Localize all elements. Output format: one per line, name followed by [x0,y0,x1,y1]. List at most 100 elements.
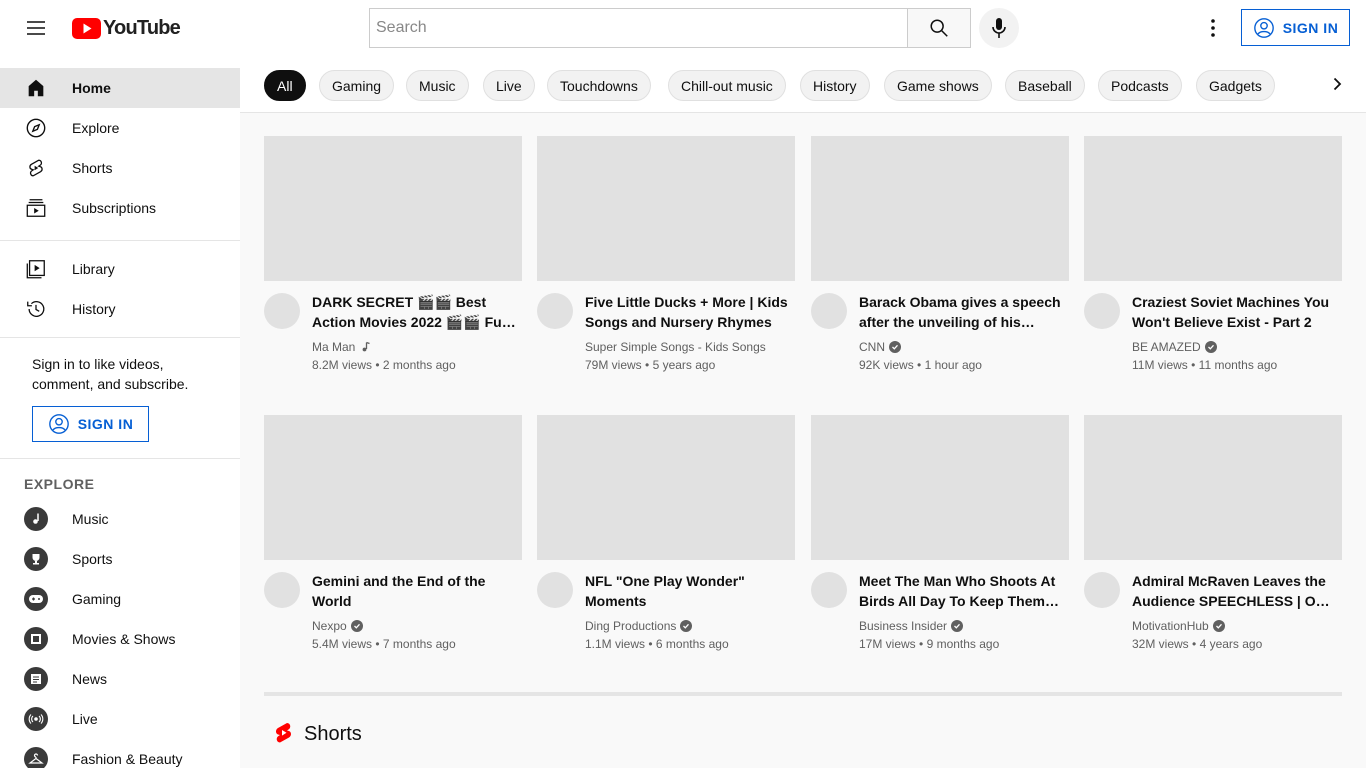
video-title[interactable]: NFL "One Play Wonder" Moments [585,571,790,611]
sidebar-item-label: Music [72,511,109,527]
sidebar-item-live[interactable]: Live [0,699,240,739]
video-title[interactable]: DARK SECRET 🎬🎬 Best Action Movies 2022 🎬… [312,292,517,332]
channel-name-row: Nexpo [312,619,363,633]
chip-game-shows[interactable]: Game shows [884,70,992,101]
youtube-logo[interactable]: YouTube [72,17,181,40]
chip-live[interactable]: Live [483,70,535,101]
channel-name[interactable]: CNN [859,340,885,354]
channel-avatar[interactable] [537,572,573,608]
video-thumbnail[interactable] [537,415,795,560]
chip-chill-out-music[interactable]: Chill-out music [668,70,786,101]
video-card[interactable]: Meet The Man Who Shoots At Birds All Day… [811,415,1069,665]
sidebar-item-music[interactable]: Music [0,499,240,539]
sidebar-item-news[interactable]: News [0,659,240,699]
sidebar-item-movies-shows[interactable]: Movies & Shows [0,619,240,659]
video-card[interactable]: NFL "One Play Wonder" Moments Ding Produ… [537,415,795,665]
video-thumbnail[interactable] [264,415,522,560]
upload-age: 4 years ago [1199,637,1263,651]
sidebar-item-sports[interactable]: Sports [0,539,240,579]
video-thumbnail[interactable] [537,136,795,281]
sidebar-item-explore[interactable]: Explore [0,108,240,148]
sidebar-sign-in-button[interactable]: SIGN IN [32,406,149,442]
channel-name[interactable]: Business Insider [859,619,947,633]
video-title[interactable]: Barack Obama gives a speech after the un… [859,292,1064,332]
verified-icon [350,620,363,632]
view-count: 1.1M views [585,637,646,651]
video-title[interactable]: Meet The Man Who Shoots At Birds All Day… [859,571,1064,611]
sidebar-item-history[interactable]: History [0,289,240,329]
film-icon [24,627,48,651]
account-icon [48,414,69,434]
video-thumbnail[interactable] [1084,136,1342,281]
chip-touchdowns[interactable]: Touchdowns [547,70,651,101]
upload-age: 1 hour ago [924,358,982,372]
sidebar-item-label: Live [72,711,98,727]
channel-avatar[interactable] [537,293,573,329]
video-card[interactable]: Gemini and the End of the World Nexpo 5.… [264,415,522,665]
channel-name[interactable]: Super Simple Songs - Kids Songs [585,340,766,354]
channel-name[interactable]: BE AMAZED [1132,340,1201,354]
video-card[interactable]: DARK SECRET 🎬🎬 Best Action Movies 2022 🎬… [264,136,522,386]
video-title[interactable]: Craziest Soviet Machines You Won't Belie… [1132,292,1337,332]
sidebar-item-gaming[interactable]: Gaming [0,579,240,619]
channel-name[interactable]: MotivationHub [1132,619,1209,633]
sidebar-item-home[interactable]: Home [0,68,240,108]
chip-baseball[interactable]: Baseball [1005,70,1085,101]
verified-icon [1204,341,1217,353]
channel-avatar[interactable] [1084,293,1120,329]
library-icon [24,257,48,281]
sidebar-item-label: News [72,671,108,687]
chip-gadgets[interactable]: Gadgets [1196,70,1275,101]
channel-name-row: BE AMAZED [1132,340,1217,354]
sidebar-item-subscriptions[interactable]: Subscriptions [0,188,240,228]
channel-name[interactable]: Nexpo [312,619,347,633]
video-thumbnail[interactable] [1084,415,1342,560]
video-title[interactable]: Five Little Ducks + More | Kids Songs an… [585,292,790,332]
video-meta: 32M views • 4 years ago [1132,637,1263,651]
chip-podcasts[interactable]: Podcasts [1098,70,1182,101]
settings-more-button[interactable] [1193,8,1233,48]
channel-avatar[interactable] [264,572,300,608]
chip-history[interactable]: History [800,70,870,101]
chip-music[interactable]: Music [406,70,469,101]
upload-age: 9 months ago [926,637,1000,651]
search-button[interactable] [907,8,971,48]
channel-avatar[interactable] [811,293,847,329]
sidebar-item-library[interactable]: Library [0,249,240,289]
channel-avatar[interactable] [1084,572,1120,608]
video-thumbnail[interactable] [811,415,1069,560]
menu-button[interactable] [16,8,56,48]
video-title[interactable]: Gemini and the End of the World [312,571,517,611]
video-card[interactable]: Admiral McRaven Leaves the Audience SPEE… [1084,415,1342,665]
sidebar-item-label: Movies & Shows [72,631,176,647]
chip-all[interactable]: All [264,70,306,101]
sidebar-item-label: Sports [72,551,113,567]
video-thumbnail[interactable] [811,136,1069,281]
video-card[interactable]: Craziest Soviet Machines You Won't Belie… [1084,136,1342,386]
video-card[interactable]: Barack Obama gives a speech after the un… [811,136,1069,386]
chevron-right-icon [1333,77,1342,91]
video-thumbnail[interactable] [264,136,522,281]
music-note-icon [362,341,371,352]
top-bar: YouTube SIGN IN [0,0,1366,56]
video-meta: 5.4M views • 7 months ago [312,637,456,651]
chips-next-button[interactable] [1317,64,1357,104]
header-sign-in-button[interactable]: SIGN IN [1241,9,1350,46]
sidebar-item-shorts[interactable]: Shorts [0,148,240,188]
channel-avatar[interactable] [264,293,300,329]
voice-search-button[interactable] [979,8,1019,48]
shorts-logo-icon [275,723,292,743]
search-input[interactable] [376,19,908,37]
channel-name-row: Ma Man [312,340,371,354]
channel-name[interactable]: Ding Productions [585,619,676,633]
logo-text: YouTube [103,17,181,39]
sidebar-item-fashion-beauty[interactable]: Fashion & Beauty [0,739,240,768]
video-title[interactable]: Admiral McRaven Leaves the Audience SPEE… [1132,571,1337,611]
view-count: 8.2M views [312,358,373,372]
account-icon [1253,17,1274,38]
channel-avatar[interactable] [811,572,847,608]
search-box[interactable] [369,8,908,48]
chip-gaming[interactable]: Gaming [319,70,395,101]
video-card[interactable]: Five Little Ducks + More | Kids Songs an… [537,136,795,386]
channel-name[interactable]: Ma Man [312,340,355,354]
